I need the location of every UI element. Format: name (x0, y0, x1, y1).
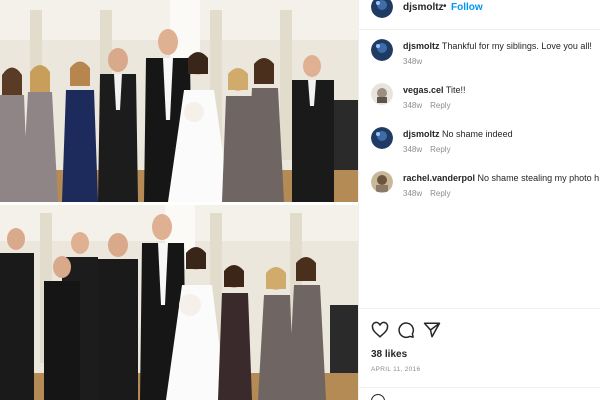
commenter-avatar[interactable] (371, 83, 393, 105)
comment-meta: 348w Reply (403, 145, 451, 154)
comment-body: Tite!! (445, 85, 466, 95)
comment-age: 348w (403, 57, 423, 66)
comment-meta: 348w Reply (403, 101, 451, 110)
post-date: APRIL 11, 2016 (371, 366, 421, 373)
comment-text: vegas.cel Tite!! (403, 85, 466, 95)
comment-age: 348w (403, 101, 423, 110)
commenter-avatar[interactable] (371, 127, 393, 149)
comment-meta: 348w (403, 57, 422, 66)
reply-button[interactable]: Reply (430, 145, 450, 154)
comments-panel: djsmoltz • Follow djsmoltz Thankful for … (358, 0, 600, 400)
comment-age: 348w (403, 145, 423, 154)
header-separator: • (443, 1, 447, 12)
heart-icon[interactable] (371, 321, 389, 339)
comment-item: rachel.vanderpol No shame stealing my ph… (359, 171, 600, 211)
follow-button[interactable]: Follow (451, 2, 483, 13)
comment-username[interactable]: rachel.vanderpol (403, 173, 475, 183)
comment-text: djsmoltz Thankful for my siblings. Love … (403, 41, 592, 51)
post-actions: 38 likes APRIL 11, 2016 (359, 308, 600, 400)
wedding-photo-top (0, 0, 358, 202)
author-username[interactable]: djsmoltz (403, 2, 444, 13)
comment-meta: 348w Reply (403, 189, 451, 198)
comment-body: No shame indeed (442, 129, 513, 139)
comment-username[interactable]: vegas.cel (403, 85, 444, 95)
comment-item: vegas.cel Tite!! 348w Reply (359, 83, 600, 123)
post-header: djsmoltz • Follow (359, 0, 600, 30)
comment-item: djsmoltz Thankful for my siblings. Love … (359, 39, 600, 79)
comment-text: rachel.vanderpol No shame stealing my ph… (403, 173, 599, 183)
comment-body: Thankful for my siblings. Love you all! (441, 41, 592, 51)
commenter-avatar[interactable] (371, 39, 393, 61)
wedding-photo-bottom (0, 205, 358, 400)
comment-item: djsmoltz No shame indeed 348w Reply (359, 127, 600, 167)
comment-username[interactable]: djsmoltz (403, 41, 440, 51)
likes-count[interactable]: 38 likes (371, 349, 407, 360)
author-avatar[interactable] (371, 0, 393, 18)
emoji-icon[interactable] (371, 394, 385, 400)
reply-button[interactable]: Reply (430, 189, 450, 198)
post-photo[interactable] (0, 0, 358, 400)
comment-text: djsmoltz No shame indeed (403, 129, 513, 139)
comment-body: No shame stealing my photo h (477, 173, 600, 183)
comment-icon[interactable] (397, 321, 415, 339)
comment-username[interactable]: djsmoltz (403, 129, 440, 139)
add-comment-row (359, 387, 600, 400)
share-icon[interactable] (423, 321, 441, 339)
reply-button[interactable]: Reply (430, 101, 450, 110)
comment-age: 348w (403, 189, 423, 198)
wedding-photo-bottom-image (0, 205, 358, 400)
wedding-photo-top-image (0, 0, 358, 202)
commenter-avatar[interactable] (371, 171, 393, 193)
